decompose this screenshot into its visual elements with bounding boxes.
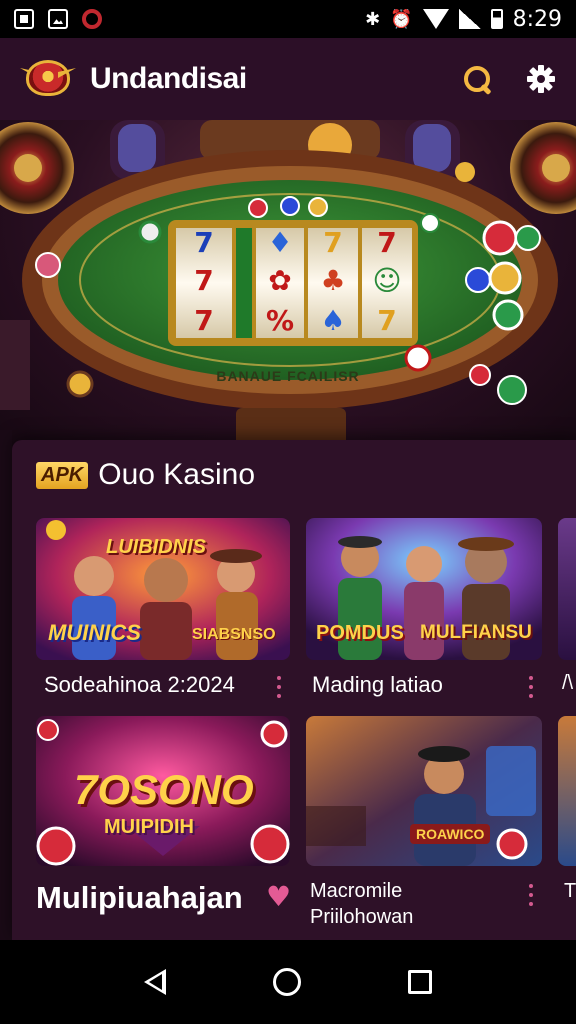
wifi-icon xyxy=(422,9,449,29)
svg-text:♠: ♠ xyxy=(320,304,345,337)
search-icon[interactable] xyxy=(462,64,492,94)
game-card-3-label[interactable]: Mulipiuahajan xyxy=(36,880,243,916)
game-card-4-label[interactable]: Macromile Priilohowan xyxy=(310,878,510,930)
card-3-sub-banner: MUIPIDIH xyxy=(104,816,194,838)
hero-banner[interactable]: 7 7 7 ♦ ✿ % 7 ♣ ♠ 7 ☺ 7 BANAUE FCAILISR xyxy=(0,120,576,450)
apk-badge: APK xyxy=(36,461,89,489)
games-section: APK Ouo Kasino Sodeahinoa 2:2024 Mading … xyxy=(12,440,576,940)
casino-table-illustration: 7 7 7 ♦ ✿ % 7 ♣ ♠ 7 ☺ 7 xyxy=(0,120,576,450)
signal-icon xyxy=(458,9,481,29)
system-nav-bar xyxy=(0,940,576,1024)
card-3-banner: 7OSONO xyxy=(74,766,254,813)
back-icon[interactable] xyxy=(143,969,166,995)
table-caption: BANAUE FCAILISR xyxy=(216,368,360,384)
svg-text:☺: ☺ xyxy=(372,264,401,297)
svg-text:✿: ✿ xyxy=(268,264,291,297)
svg-text:♣: ♣ xyxy=(320,264,345,297)
peek-card-bottom-label: T xyxy=(564,880,576,902)
peek-card-top[interactable] xyxy=(558,518,576,660)
peek-card-bottom[interactable] xyxy=(558,716,576,866)
card-2-banner: POMDUS xyxy=(316,622,404,644)
card-1-top-text: LUIBIDNIS xyxy=(106,536,206,558)
card-2-badge: MULFIANSU xyxy=(420,622,532,643)
card-1-badge: SIABSNSO xyxy=(192,626,276,643)
card-1-banner: MUINICS xyxy=(48,620,141,645)
screenshot-icon xyxy=(14,9,34,29)
peek-card-top-label: /\ xyxy=(562,672,574,694)
svg-text:7: 7 xyxy=(194,226,213,259)
more-options-icon[interactable] xyxy=(276,676,282,698)
status-bar: ✱ ⏰ 8:29 xyxy=(0,0,576,38)
alarm-icon: ⏰ xyxy=(390,8,413,30)
status-time: 8:29 xyxy=(512,6,562,32)
app-gear-icon xyxy=(82,9,102,29)
nfc-icon: ✱ xyxy=(365,8,381,30)
section-title: Ouo Kasino xyxy=(98,458,256,491)
more-options-icon[interactable] xyxy=(528,884,534,906)
svg-text:%: % xyxy=(266,304,294,337)
game-card-2-label[interactable]: Mading latiao xyxy=(312,672,443,698)
game-card-4-label-line2: Priilohowan xyxy=(310,906,414,928)
svg-text:♦: ♦ xyxy=(267,226,292,259)
app-title: Undandisai xyxy=(90,62,247,95)
svg-text:7: 7 xyxy=(194,264,213,297)
app-bar: Undandisai xyxy=(0,38,576,120)
game-card-1-label[interactable]: Sodeahinoa 2:2024 xyxy=(44,672,235,698)
card-4-badge: ROAWICO xyxy=(410,824,491,844)
app-logo[interactable] xyxy=(20,56,76,102)
recent-apps-icon[interactable] xyxy=(408,970,433,994)
left-edge xyxy=(0,430,12,940)
svg-text:7: 7 xyxy=(377,226,396,259)
more-options-icon[interactable] xyxy=(528,676,534,698)
home-icon[interactable] xyxy=(272,968,301,996)
heart-icon[interactable]: ♥ xyxy=(266,880,291,913)
battery-icon xyxy=(490,9,503,29)
photo-icon xyxy=(48,9,68,29)
game-card-2[interactable] xyxy=(306,518,542,668)
svg-text:7: 7 xyxy=(377,304,396,337)
gear-icon[interactable] xyxy=(526,64,556,94)
svg-text:7: 7 xyxy=(194,304,213,337)
svg-text:7: 7 xyxy=(323,226,342,259)
section-header: APK Ouo Kasino xyxy=(36,458,255,492)
game-card-4-label-line1: Macromile xyxy=(310,880,403,902)
